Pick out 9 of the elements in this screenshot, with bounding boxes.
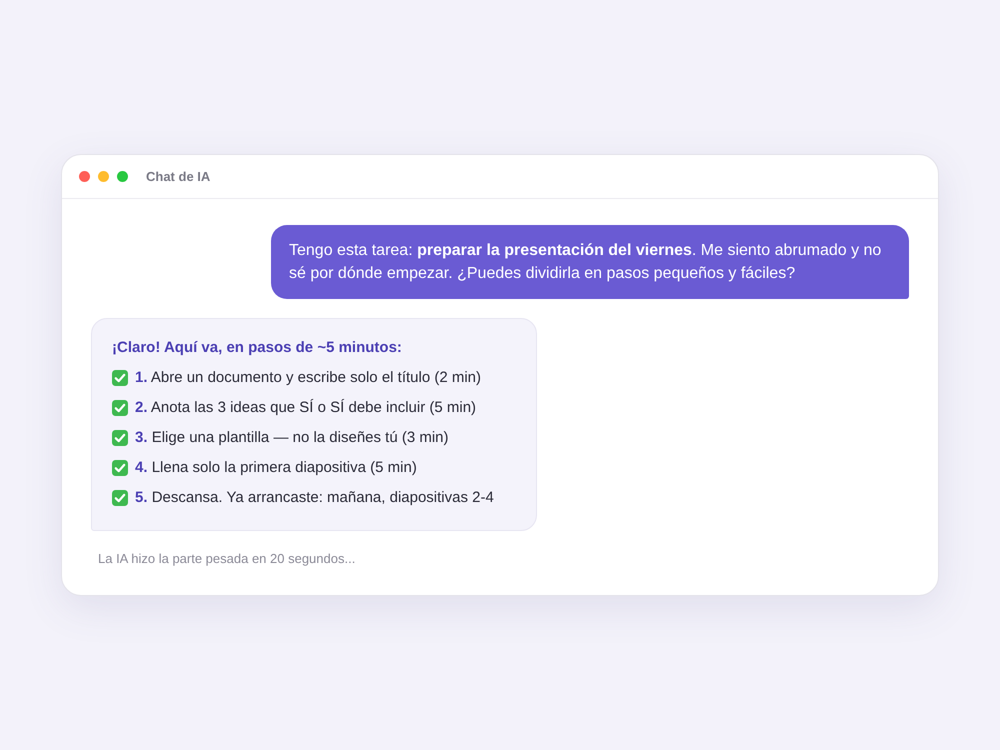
step-text: 5. Descansa. Ya arrancaste: mañana, diapositivas 2-4 (135, 488, 494, 508)
step-text: 4. Llena solo la primera diapositiva (5 min) (135, 458, 417, 478)
window-title: Chat de IA (146, 168, 210, 186)
user-message-bubble: Tengo esta tarea: preparar la presentación del viernes. Me siento abrumado y no sé por dónde empezar. ¿Puedes dividirla en pasos pequeños y fáciles? (271, 225, 909, 299)
reply-heading: ¡Claro! Aquí va, en pasos de ~5 minutos: (112, 338, 403, 358)
step-text: 2. Anota las 3 ideas que SÍ o SÍ debe incluir (5 min) (135, 398, 476, 418)
status-note: La IA hizo la parte pesada en 20 segundos... (98, 550, 356, 568)
step-text: 3. Elige una plantilla — no la diseñes tú (3 min) (135, 428, 449, 448)
step-text: 1. Abre un documento y escribe solo el título (2 min) (135, 368, 482, 388)
